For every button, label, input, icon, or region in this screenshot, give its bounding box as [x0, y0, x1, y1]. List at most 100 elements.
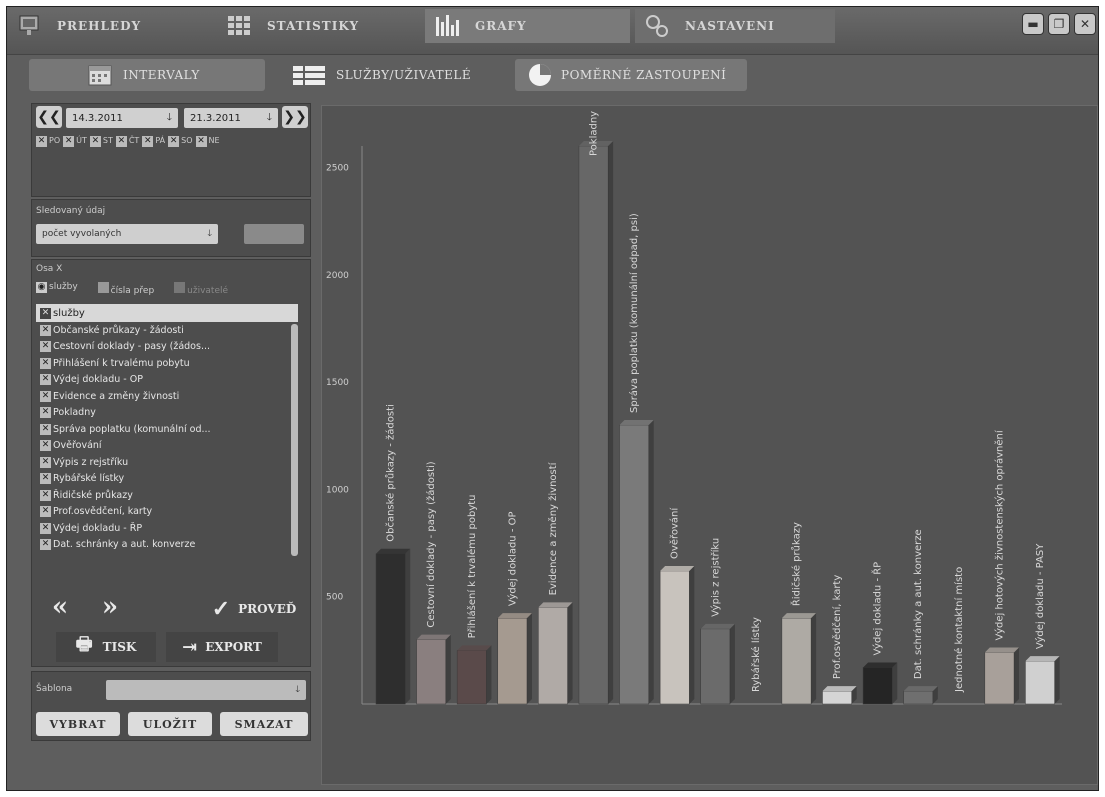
list-item-label: Rybářské lístky [53, 473, 125, 485]
execute-label: PROVEĎ [238, 602, 297, 616]
print-button[interactable]: 🖶 TISK [56, 632, 156, 662]
subtab-intervaly[interactable]: INTERVALY [29, 59, 265, 91]
template-select[interactable]: 🡓 [106, 680, 306, 700]
category-label: Občanské průkazy - žádosti [385, 404, 397, 542]
list-item[interactable]: ✕ Evidence a změny živnosti [36, 388, 298, 405]
list-item[interactable]: ✕ Prof.osvědčení, karty [36, 504, 298, 521]
template-label: Šablona [36, 684, 73, 694]
delete-template-button[interactable]: SMAZAT [220, 712, 308, 736]
grid-icon [228, 16, 250, 35]
chart-bar-side [648, 420, 654, 704]
category-label: Pokladny [589, 111, 600, 156]
minimize-icon[interactable]: ▬ [1022, 13, 1044, 35]
day-checkbox[interactable]: ✕ PO [36, 136, 60, 147]
axis-option-sluzby[interactable]: ◉ služby [36, 282, 78, 296]
day-checkbox[interactable]: ✕ SO [168, 136, 193, 147]
chart-bar-side [729, 623, 735, 704]
list-item[interactable]: ✕ Cestovní doklady - pasy (žádos... [36, 339, 298, 356]
move-right-button[interactable]: » [90, 590, 130, 624]
category-label: Výpis z rejstříku [709, 538, 721, 617]
save-template-button[interactable]: ULOŽIT [128, 712, 212, 736]
chart-bar [375, 553, 406, 705]
chart-bar-top [619, 420, 654, 425]
chart-bar-side [892, 662, 898, 704]
tab-statistiky[interactable]: STATISTIKY [217, 9, 422, 43]
checkbox-icon: ✕ [168, 136, 180, 147]
category-label: Výdej hotových živnostenských oprávnění [993, 429, 1005, 640]
axis-option-uzivatele[interactable]: uživatelé [174, 282, 228, 296]
y-tick-label: 1000 [326, 485, 349, 495]
close-icon[interactable]: ✕ [1074, 13, 1096, 35]
export-button[interactable]: ⇥ EXPORT [166, 632, 278, 662]
category-label: Ověřování [669, 507, 681, 559]
list-item[interactable]: ✕ Řidičské průkazy [36, 487, 298, 504]
metric-select[interactable]: počet vyvolaných 🡓 [36, 224, 218, 244]
chart-bar [578, 145, 609, 705]
category-label: Jednotné kontaktní místo [953, 567, 965, 693]
y-tick-label: 2000 [326, 271, 349, 281]
chart-bar-side [1054, 656, 1060, 704]
list-item[interactable]: ✕ Výpis z rejstříku [36, 454, 298, 471]
window-buttons: ▬ ❐ ✕ [1022, 13, 1096, 35]
weekday-checkboxes: ✕ PO ✕ ÚT ✕ ST ✕ ČT ✕ PÁ ✕ SO ✕ NE [36, 136, 220, 147]
list-item[interactable]: ✕ Ověřování [36, 438, 298, 455]
services-list-header[interactable]: ✕ služby [36, 304, 298, 322]
day-checkbox[interactable]: ✕ ČT [115, 136, 139, 147]
tab-prehledy[interactable]: PREHLEDY [7, 9, 207, 43]
chart-bar [984, 652, 1015, 705]
list-item[interactable]: ✕ Výdej dokladu - ŘP [36, 520, 298, 537]
chart-bar-side [1014, 647, 1020, 704]
date-to-field[interactable]: 21.3.2011 🡓 [184, 108, 278, 128]
list-item-label: Výdej dokladu - OP [53, 374, 143, 386]
axis-label: Osa X [36, 264, 63, 274]
list-item[interactable]: ✕ Výdej dokladu - OP [36, 372, 298, 389]
metric-panel: Sledovaný údaj počet vyvolaných 🡓 [31, 199, 311, 257]
restore-icon[interactable]: ❐ [1048, 13, 1070, 35]
day-checkbox[interactable]: ✕ NE [195, 136, 220, 147]
date-panel: ❮❮ 14.3.2011 🡓 21.3.2011 🡓 ❯❯ ✕ PO ✕ ÚT ✕ S… [31, 103, 311, 197]
chart-bar-top [984, 647, 1020, 653]
list-item[interactable]: ✕ Dat. schránky a aut. konverze [36, 537, 298, 554]
chart-bar-top [538, 602, 573, 608]
subtab-sluzby-uzivatele[interactable]: SLUŽBY/UŽIVATELÉ [292, 59, 512, 91]
list-scrollbar[interactable] [291, 324, 298, 556]
tab-label: STATISTIKY [267, 19, 360, 33]
chart-bar [538, 607, 568, 705]
axis-option-cisla[interactable]: čísla přep [97, 282, 154, 296]
list-item[interactable]: ✕ Rybářské lístky [36, 471, 298, 488]
chart-bar [1025, 660, 1055, 705]
date-from-field[interactable]: 14.3.2011 🡓 [66, 108, 178, 128]
metric-extra-field[interactable] [244, 224, 304, 244]
arrow-down-icon: 🡓 [266, 111, 272, 123]
chart-area: 500 1000 1500 2000 2500 Občanské průkazy - žá… [321, 105, 1098, 785]
tab-grafy[interactable]: GRAFY [425, 9, 630, 43]
day-label: ST [102, 136, 113, 145]
day-checkbox[interactable]: ✕ ST [89, 136, 113, 147]
day-checkbox[interactable]: ✕ ÚT [63, 136, 87, 147]
export-label: EXPORT [205, 640, 262, 654]
move-left-button[interactable]: « [40, 590, 80, 624]
metric-value: počet vyvolaných [42, 229, 122, 239]
list-item[interactable]: ✕ Pokladny [36, 405, 298, 422]
list-item[interactable]: ✕ Správa poplatku (komunální od... [36, 421, 298, 438]
execute-button[interactable]: ✓ PROVEĎ [200, 594, 308, 624]
list-header-label: služby [53, 307, 85, 319]
chart-bar [862, 667, 893, 705]
subtab-pomerne-zastoupeni[interactable]: POMĚRNÉ ZASTOUPENÍ [515, 59, 747, 91]
next-interval-button[interactable]: ❯❯ [282, 106, 308, 128]
checkbox-icon: ✕ [40, 539, 51, 551]
top-nav: PREHLEDY STATISTIKY GRAFY NASTAVENI ▬ ❐ … [7, 7, 1098, 55]
chart-bar [497, 617, 528, 705]
tab-nastaveni[interactable]: NASTAVENI [635, 9, 835, 43]
prev-interval-button[interactable]: ❮❮ [36, 106, 62, 128]
list-item[interactable]: ✕ Přihlášení k trvalému pobytu [36, 355, 298, 372]
select-template-button[interactable]: VYBRAT [36, 712, 120, 736]
list-item[interactable]: ✕ Občanské průkazy - žádosti [36, 322, 298, 339]
checkbox-icon: ✕ [40, 407, 51, 419]
day-checkbox[interactable]: ✕ PÁ [142, 136, 165, 147]
chart-bar-side [608, 141, 614, 704]
export-icon: ⇥ [182, 636, 198, 658]
option-label: uživatelé [187, 286, 229, 296]
checkbox-icon: ✕ [40, 357, 51, 369]
calendar-icon [88, 65, 112, 86]
